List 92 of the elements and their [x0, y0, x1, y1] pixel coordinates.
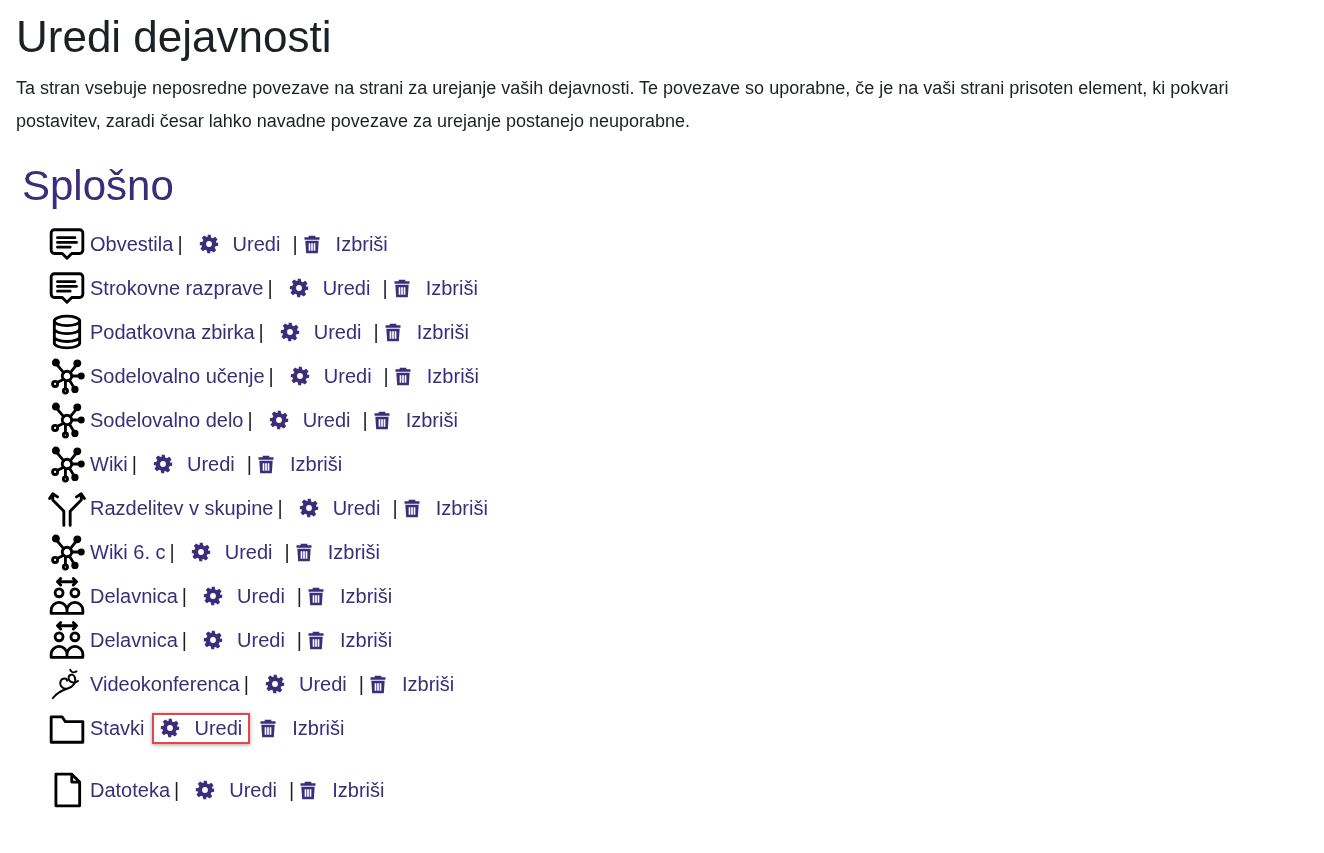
separator: |: [362, 408, 368, 432]
separator: |: [258, 320, 264, 344]
separator: |: [181, 628, 188, 652]
activity-link[interactable]: Wiki: [90, 452, 128, 476]
network-icon: [48, 401, 86, 439]
separator: |: [358, 672, 364, 696]
settings-icon: [203, 630, 224, 650]
separator: |: [246, 452, 252, 476]
activity-link[interactable]: Sodelovalno delo: [90, 408, 244, 432]
separator: |: [373, 320, 379, 344]
delete-link[interactable]: Izbriši: [401, 496, 488, 520]
edit-link[interactable]: Uredi: [281, 360, 380, 392]
activity-link[interactable]: Videokonferenca: [90, 672, 240, 696]
activity-link[interactable]: Razdelitev v skupine: [90, 496, 274, 520]
activity-link[interactable]: Strokovne razprave: [90, 276, 264, 300]
separator: |: [131, 452, 137, 476]
settings-icon: [289, 366, 310, 386]
network-icon: [48, 533, 86, 571]
edit-link[interactable]: Uredi: [290, 492, 389, 524]
separator: |: [277, 496, 283, 520]
delete-link[interactable]: Izbriši: [301, 232, 388, 256]
settings-icon: [195, 780, 216, 800]
description-text: Ta stran vsebuje neposredne povezave na strani za urejanje vaših dejavnosti. Te povezave so uporabne, če je na vaši strani prisoten element, ki pokvari postavitev, zaradi česar lahko navadne povezave za urejanje postanejo neuporabne.: [16, 77, 1230, 133]
settings-icon: [288, 278, 309, 298]
delete-link[interactable]: Izbriši: [258, 716, 345, 740]
activity-link[interactable]: Delavnica: [90, 628, 178, 652]
separator: |: [174, 778, 180, 802]
delete-link[interactable]: Izbriši: [298, 778, 385, 802]
separator: |: [289, 778, 295, 802]
activity-link[interactable]: Sodelovalno učenje: [90, 364, 265, 388]
settings-icon: [268, 410, 289, 430]
people-icon: [48, 621, 86, 659]
settings-icon: [203, 586, 224, 606]
edit-link[interactable]: Uredi: [187, 774, 286, 806]
delete-link[interactable]: Izbriši: [392, 364, 480, 388]
edit-link[interactable]: Uredi: [280, 272, 379, 304]
edit-link[interactable]: Uredi: [144, 448, 243, 480]
delete-link[interactable]: Izbriši: [306, 584, 393, 608]
activity-link[interactable]: Stavki: [90, 716, 145, 740]
separator: |: [383, 364, 389, 388]
trash-icon: [306, 630, 327, 650]
speech-bubble-icon: [48, 269, 86, 307]
settings-icon: [198, 234, 219, 254]
separator: |: [181, 584, 188, 608]
separator: |: [382, 276, 388, 300]
activity-link[interactable]: Podatkovna zbirka: [90, 320, 255, 344]
edit-link[interactable]: Uredi: [195, 580, 293, 612]
delete-link[interactable]: Izbriši: [371, 408, 458, 432]
separator: |: [267, 276, 273, 300]
section-heading: Splošno: [22, 162, 175, 210]
delete-link[interactable]: Izbriši: [255, 452, 343, 476]
edit-link[interactable]: Uredi: [271, 316, 370, 348]
split-arrow-icon: [48, 489, 86, 527]
settings-icon: [298, 498, 319, 518]
settings-icon: [160, 718, 181, 738]
page-title: Uredi dejavnosti: [16, 12, 333, 62]
trash-icon: [306, 586, 327, 606]
activity-link[interactable]: Datoteka: [90, 778, 171, 802]
delete-link[interactable]: Izbriši: [306, 628, 393, 652]
network-icon: [48, 357, 86, 395]
settings-icon: [279, 322, 300, 342]
edit-link[interactable]: Uredi: [182, 536, 281, 568]
delete-link[interactable]: Izbriši: [293, 540, 380, 564]
activity-link[interactable]: Obvestila: [90, 232, 174, 256]
separator: |: [268, 364, 274, 388]
separator: |: [247, 408, 253, 432]
separator: |: [296, 628, 303, 652]
edit-link[interactable]: Uredi: [190, 228, 289, 260]
separator: |: [296, 584, 303, 608]
edit-link[interactable]: Uredi: [152, 712, 251, 744]
activity-link[interactable]: Delavnica: [90, 584, 178, 608]
delete-link[interactable]: Izbriši: [367, 672, 455, 696]
separator: |: [284, 540, 290, 564]
delete-link[interactable]: Izbriši: [391, 276, 478, 300]
delete-link[interactable]: Izbriši: [382, 320, 469, 344]
separator: |: [392, 496, 398, 520]
separator: |: [292, 232, 298, 256]
people-icon: [48, 577, 86, 615]
settings-icon: [264, 674, 285, 694]
edit-link[interactable]: Uredi: [260, 404, 359, 436]
settings-icon: [152, 454, 173, 474]
edit-link[interactable]: Uredi: [256, 668, 355, 700]
separator: |: [177, 232, 183, 256]
edit-link[interactable]: Uredi: [195, 624, 293, 656]
trash-icon: [258, 718, 279, 738]
separator: |: [243, 672, 249, 696]
activity-link[interactable]: Wiki 6. c: [90, 540, 166, 564]
trash-icon: [298, 780, 319, 800]
settings-icon: [190, 542, 211, 562]
network-icon: [48, 445, 86, 483]
speech-bubble-icon: [48, 225, 86, 263]
separator: |: [169, 540, 175, 564]
